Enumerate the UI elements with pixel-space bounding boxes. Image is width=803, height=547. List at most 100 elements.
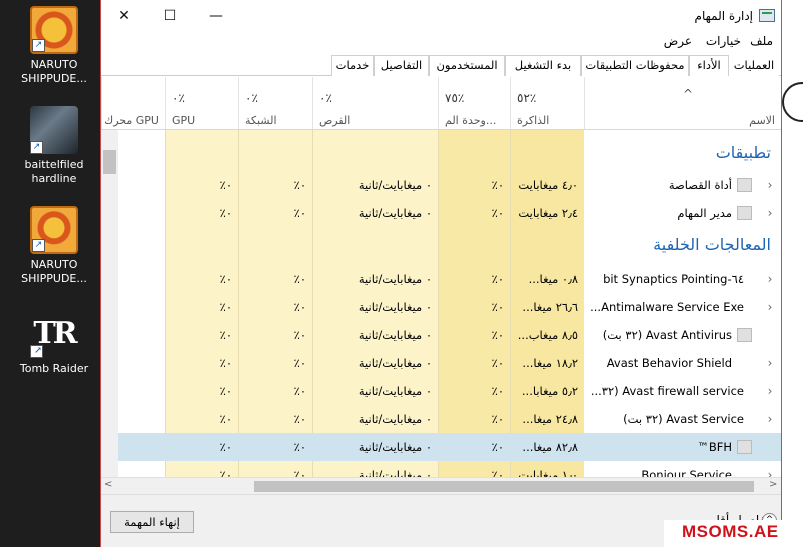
minimize-button[interactable]: — <box>193 0 239 32</box>
vertical-scrollbar[interactable] <box>101 130 118 477</box>
chevron-right-icon[interactable]: › <box>763 349 777 377</box>
process-name: ٦٤-bit Synaptics Pointing <box>603 272 744 286</box>
title-bar[interactable]: ✕ ☐ — إدارة المهام <box>101 0 781 32</box>
scrollbar-thumb[interactable] <box>103 150 116 174</box>
scroll-left-icon[interactable]: < <box>104 479 112 490</box>
task-manager-icon <box>759 9 775 22</box>
avast-icon <box>737 328 752 342</box>
cpu-value: ٠٪ <box>491 206 504 220</box>
desktop-shortcut-naruto[interactable]: ↗ NARUTO SHIPPUDE... <box>10 6 98 86</box>
menu-file[interactable]: ملف <box>750 34 773 48</box>
desktop-shortcut-label: NARUTO <box>30 58 78 71</box>
process-row[interactable]: › ٦٤-bit Synaptics Pointing ٠٫٨ ميغا... … <box>101 265 781 293</box>
column-label: الاسم <box>749 114 775 127</box>
process-row[interactable]: › Avast Service (٣٢ بت) ٢٤٫٨ ميغا... ٠٪ … <box>101 405 781 433</box>
window-title: إدارة المهام <box>694 9 753 23</box>
network-value: ٠٪ <box>293 468 306 477</box>
column-header-memory[interactable]: ٥٢٪ الذاكرة <box>510 77 584 129</box>
tab-details[interactable]: التفاصيل <box>374 55 429 76</box>
chevron-right-icon[interactable]: › <box>763 405 777 433</box>
column-label: محرك GPU <box>104 114 159 127</box>
memory-value: ٤٫٠ ميغابايت <box>518 178 578 192</box>
column-header-gpu-engine[interactable]: محرك GPU <box>101 77 165 129</box>
process-row-selected[interactable]: BFH™ ٨٢٫٨ ميغا... ٠٪ ٠ ميغابايت/ثانية ٠٪… <box>101 433 781 461</box>
desktop-shortcut-label: hardline <box>31 172 77 185</box>
gpu-value: ٠٪ <box>219 356 232 370</box>
memory-value: ٢٫٤ ميغابايت <box>518 206 578 220</box>
chevron-right-icon[interactable]: › <box>763 461 777 477</box>
horizontal-scrollbar[interactable]: < > <box>101 477 781 494</box>
gpu-value: ٠٪ <box>219 328 232 342</box>
network-value: ٠٪ <box>293 300 306 314</box>
column-percent: ٥٢٪ <box>517 91 537 105</box>
network-value: ٠٪ <box>293 356 306 370</box>
chevron-right-icon[interactable]: › <box>763 265 777 293</box>
column-percent: ٧٥٪ <box>445 91 465 105</box>
tab-app-history[interactable]: محفوظات التطبيقات <box>581 55 689 76</box>
app-icon <box>737 440 752 454</box>
menu-options[interactable]: خيارات <box>706 34 741 48</box>
desktop-shortcut-label: SHIPPUDE... <box>21 72 87 85</box>
menu-bar: ملف خيارات عرض <box>101 32 781 52</box>
process-row[interactable]: › أداة القصاصة ٤٫٠ ميغابايت ٠٪ ٠ ميغاباي… <box>101 171 781 199</box>
column-header-network[interactable]: ٠٪ الشبكة <box>238 77 312 129</box>
process-row[interactable]: › Avast Behavior Shield ١٨٫٢ ميغا... ٠٪ … <box>101 349 781 377</box>
network-value: ٠٪ <box>293 440 306 454</box>
gpu-value: ٠٪ <box>219 300 232 314</box>
desktop-shortcut-naruto-2[interactable]: ↗ NARUTO SHIPPUDE... <box>10 206 98 286</box>
process-row[interactable]: › مدير المهام ٢٫٤ ميغابايت ٠٪ ٠ ميغابايت… <box>101 199 781 227</box>
column-header-name[interactable]: ^ الاسم <box>584 77 781 129</box>
process-row[interactable]: Avast Antivirus (٣٢ بت) ٨٫٥ ميغاب... ٠٪ … <box>101 321 781 349</box>
memory-value: ٨٫٥ ميغاب... <box>517 328 578 342</box>
process-row[interactable]: › Antimalware Service Exe... ٢٦٫٦ ميغا..… <box>101 293 781 321</box>
background-logo-icon <box>782 82 803 122</box>
gpu-value: ٠٪ <box>219 206 232 220</box>
tab-startup[interactable]: بدء التشغيل <box>505 55 581 76</box>
column-header-gpu[interactable]: ٠٪ GPU <box>165 77 238 129</box>
column-label: الشبكة <box>245 114 277 127</box>
column-header-cpu[interactable]: ٧٥٪ وحدة الم... <box>438 77 510 129</box>
watermark: MSOMS.AE <box>682 522 779 541</box>
gpu-value: ٠٪ <box>219 272 232 286</box>
process-name: Avast Service (٣٢ بت) <box>623 412 744 426</box>
scrollbar-thumb[interactable] <box>254 481 754 492</box>
tab-services[interactable]: خدمات <box>331 55 374 76</box>
desktop-shortcut-label: NARUTO <box>30 258 78 271</box>
chevron-right-icon[interactable]: › <box>763 293 777 321</box>
column-header-disk[interactable]: ٠٪ القرص <box>312 77 438 129</box>
sort-arrow-icon: ^ <box>683 87 694 101</box>
chevron-right-icon[interactable]: › <box>763 199 777 227</box>
naruto-game-icon: ↗ <box>30 6 78 54</box>
memory-value: ٠٫٨ ميغا... <box>528 272 578 286</box>
chevron-right-icon[interactable]: › <box>763 171 777 199</box>
scroll-right-icon[interactable]: > <box>769 479 777 490</box>
task-manager-window: ✕ ☐ — إدارة المهام ملف خيارات عرض العملي… <box>100 0 782 547</box>
process-name: أداة القصاصة <box>668 178 732 192</box>
process-name: Avast firewall service (٣٢... <box>590 384 744 398</box>
tab-performance[interactable]: الأداء <box>689 55 729 76</box>
cpu-value: ٠٪ <box>491 356 504 370</box>
disk-value: ٠ ميغابايت/ثانية <box>358 300 432 314</box>
network-value: ٠٪ <box>293 328 306 342</box>
menu-view[interactable]: عرض <box>664 34 692 48</box>
memory-value: ٨٢٫٨ ميغا... <box>522 440 578 454</box>
memory-value: ٢٤٫٨ ميغا... <box>522 412 578 426</box>
end-task-button[interactable]: إنهاء المهمة <box>110 511 194 533</box>
disk-value: ٠ ميغابايت/ثانية <box>358 412 432 426</box>
process-row[interactable]: › Avast firewall service (٣٢... ٥٫٢ ميغا… <box>101 377 781 405</box>
tomb-raider-game-icon: TR ↗ <box>30 310 78 358</box>
shortcut-arrow-icon: ↗ <box>32 239 45 252</box>
gpu-value: ٠٪ <box>219 384 232 398</box>
close-button[interactable]: ✕ <box>101 0 147 32</box>
desktop: ↗ NARUTO SHIPPUDE... ↗ baittelfiled hard… <box>0 0 100 547</box>
naruto-game-icon: ↗ <box>30 206 78 254</box>
tab-processes[interactable]: العمليات <box>729 55 779 76</box>
battlefield-game-icon: ↗ <box>30 106 78 154</box>
tab-users[interactable]: المستخدمون <box>429 55 505 76</box>
process-row[interactable]: › Bonjour Service ١٫٠ ميغابايت ٠٪ ٠ ميغا… <box>101 461 781 477</box>
chevron-right-icon[interactable]: › <box>763 377 777 405</box>
memory-value: ١٫٠ ميغابايت <box>518 468 578 477</box>
desktop-shortcut-battlefield[interactable]: ↗ baittelfiled hardline <box>10 106 98 186</box>
desktop-shortcut-tomb-raider[interactable]: TR ↗ Tomb Raider <box>10 310 98 376</box>
maximize-button[interactable]: ☐ <box>147 0 193 32</box>
